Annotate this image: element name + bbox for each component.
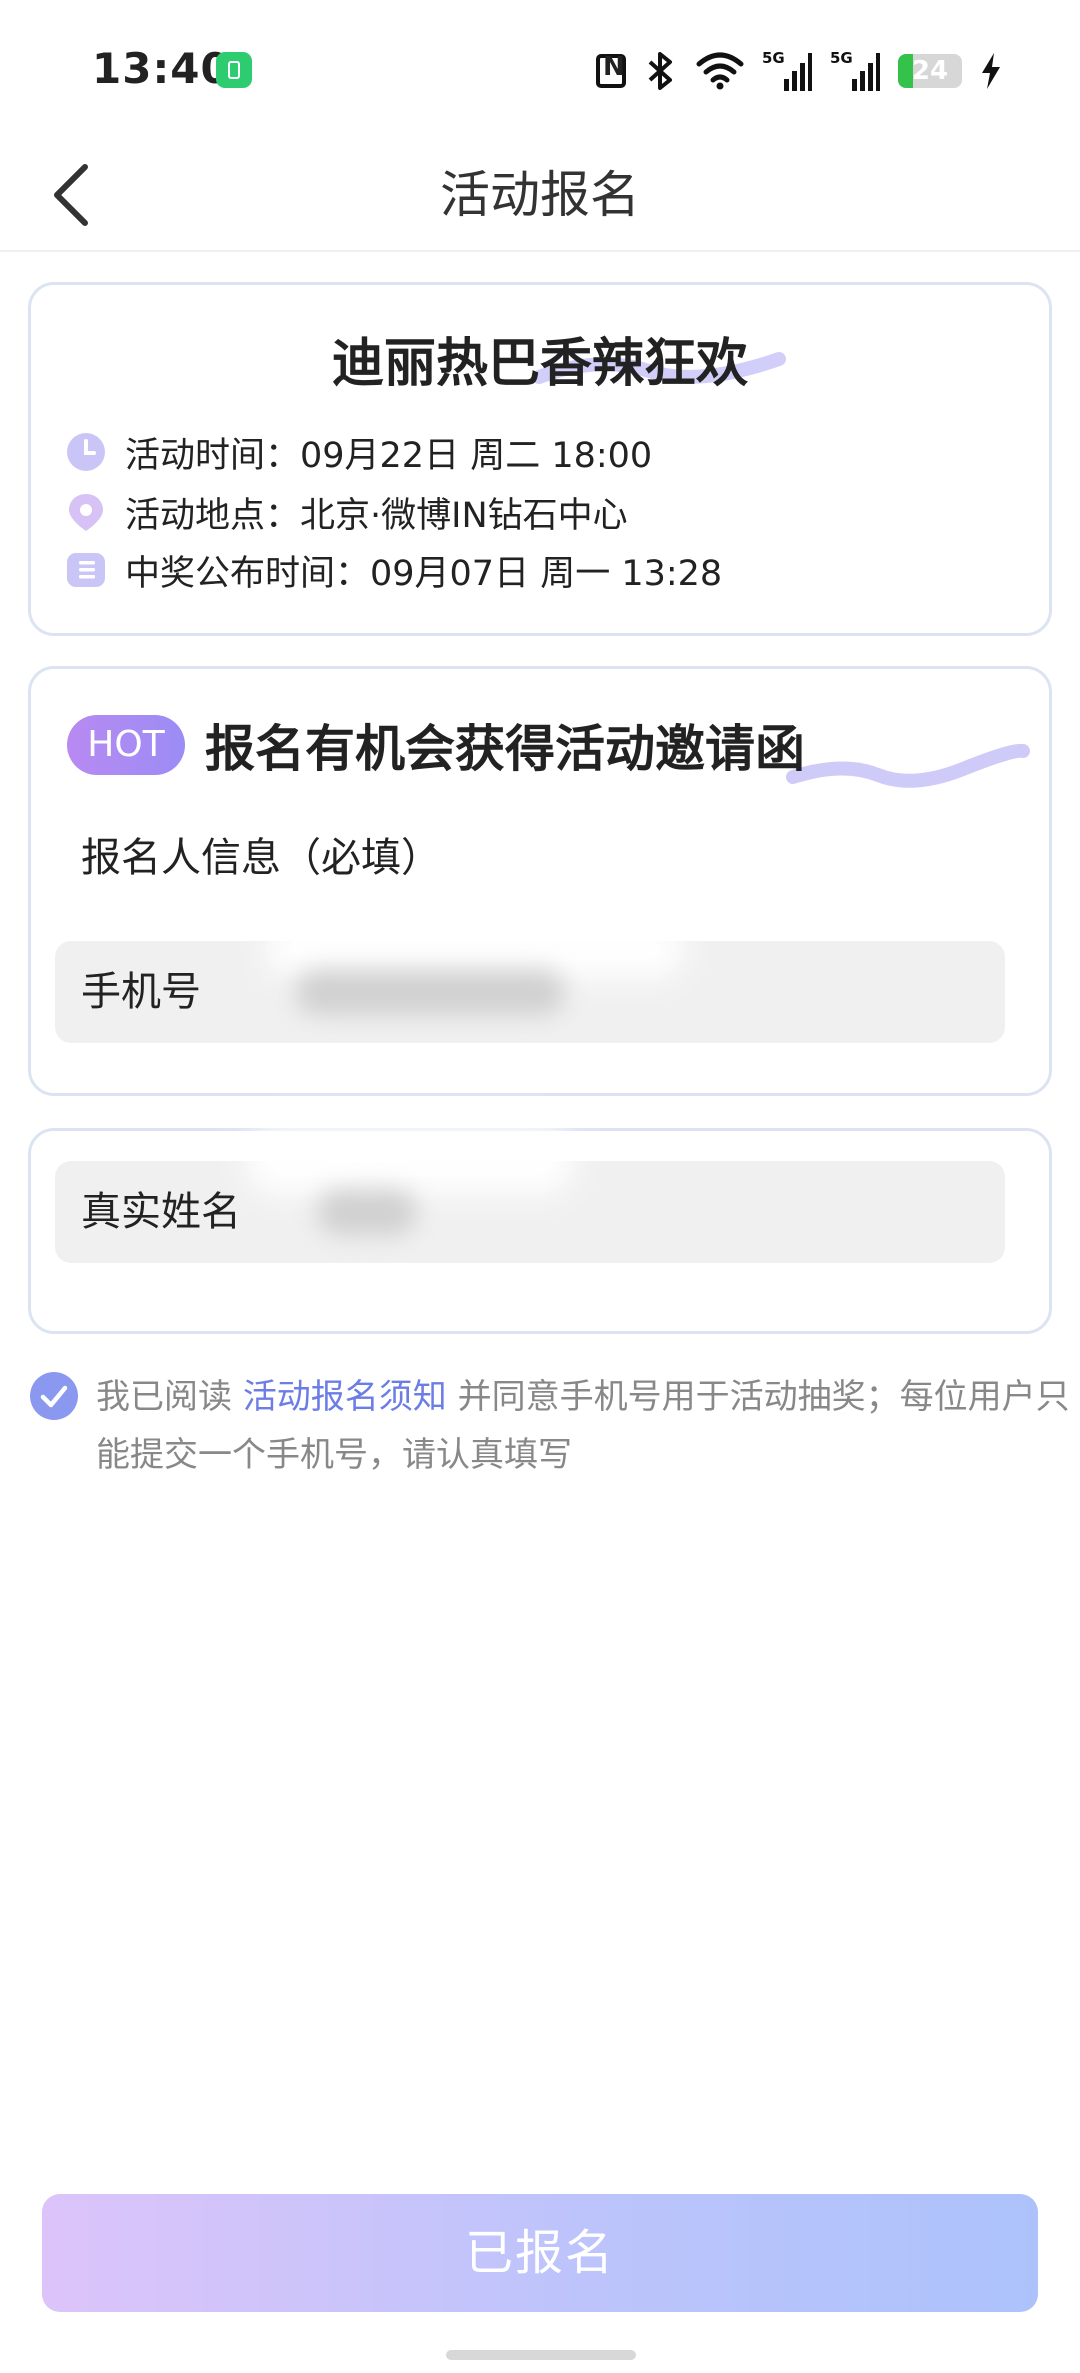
event-announce-row: 中奖公布时间：09月07日 周一 13:28 — [65, 547, 723, 594]
redaction-glare-2 — [245, 1125, 575, 1195]
decorative-brush-stroke-2 — [786, 743, 1030, 788]
status-time: 13:40 — [92, 44, 231, 93]
bluetooth-icon — [648, 52, 672, 90]
event-time: 活动时间：09月22日 周二 18:00 — [125, 435, 653, 476]
promo-title: 报名有机会获得活动邀请函 — [205, 720, 805, 778]
battery-saver-icon — [216, 52, 252, 88]
status-bar: 13:40 5G 5G 24 — [0, 0, 1080, 140]
submit-button[interactable]: 已报名 — [42, 2194, 1038, 2312]
cellular-signal-icon-2: 5G — [830, 49, 880, 91]
event-location-row: 活动地点：北京·微博IN钻石中心 — [65, 489, 628, 536]
event-announce-time: 中奖公布时间：09月07日 周一 13:28 — [125, 553, 723, 594]
real-name-field[interactable]: 真实姓名 — [55, 1125, 1005, 1263]
check-icon — [40, 1385, 68, 1408]
list-icon — [67, 553, 105, 587]
wifi-icon — [696, 52, 744, 90]
cellular-signal-icon: 5G — [762, 49, 812, 91]
nav-bar: 活动报名 — [0, 140, 1080, 252]
agreement-checkbox[interactable] — [30, 1372, 78, 1420]
event-info-card: 迪丽热巴香辣狂欢 活动时间：09月22日 周二 18:00 活动地点：北京·微博… — [28, 282, 1052, 636]
status-icons: 5G 5G 24 — [596, 46, 1002, 96]
location-pin-icon — [69, 494, 103, 531]
network-type-2: 5G — [830, 49, 853, 67]
phone-label: 手机号 — [81, 969, 201, 1015]
event-title: 迪丽热巴香辣狂欢 — [331, 334, 748, 394]
event-location: 活动地点：北京·微博IN钻石中心 — [125, 495, 628, 536]
name-card: 真实姓名 — [28, 1125, 1052, 1334]
hot-badge: HOT — [67, 715, 185, 775]
nfc-icon — [596, 52, 626, 88]
charging-icon — [982, 53, 1000, 89]
home-indicator[interactable] — [446, 2350, 636, 2360]
phone-field[interactable]: 手机号 — [55, 919, 1005, 1043]
battery-level: 24 — [911, 56, 949, 86]
signup-card: HOT 报名有机会获得活动邀请函 报名人信息（必填） 手机号 — [28, 666, 1052, 1096]
redacted-phone-value — [295, 969, 565, 1015]
real-name-label: 真实姓名 — [81, 1189, 241, 1235]
agreement-prefix: 我已阅读 — [96, 1377, 243, 1417]
network-type-1: 5G — [762, 49, 785, 67]
agreement-link[interactable]: 活动报名须知 — [243, 1377, 447, 1417]
battery-icon: 24 — [898, 54, 962, 88]
event-time-row: 活动时间：09月22日 周二 18:00 — [65, 429, 653, 476]
page-title: 活动报名 — [440, 166, 640, 224]
redacted-name-value — [317, 1189, 417, 1235]
section-label: 报名人信息（必填） — [81, 835, 441, 881]
clock-icon — [67, 433, 105, 471]
agreement-text: 我已阅读 活动报名须知 并同意手机号用于活动抽奖；每位用户只能提交一个手机号，请… — [96, 1368, 1076, 1484]
